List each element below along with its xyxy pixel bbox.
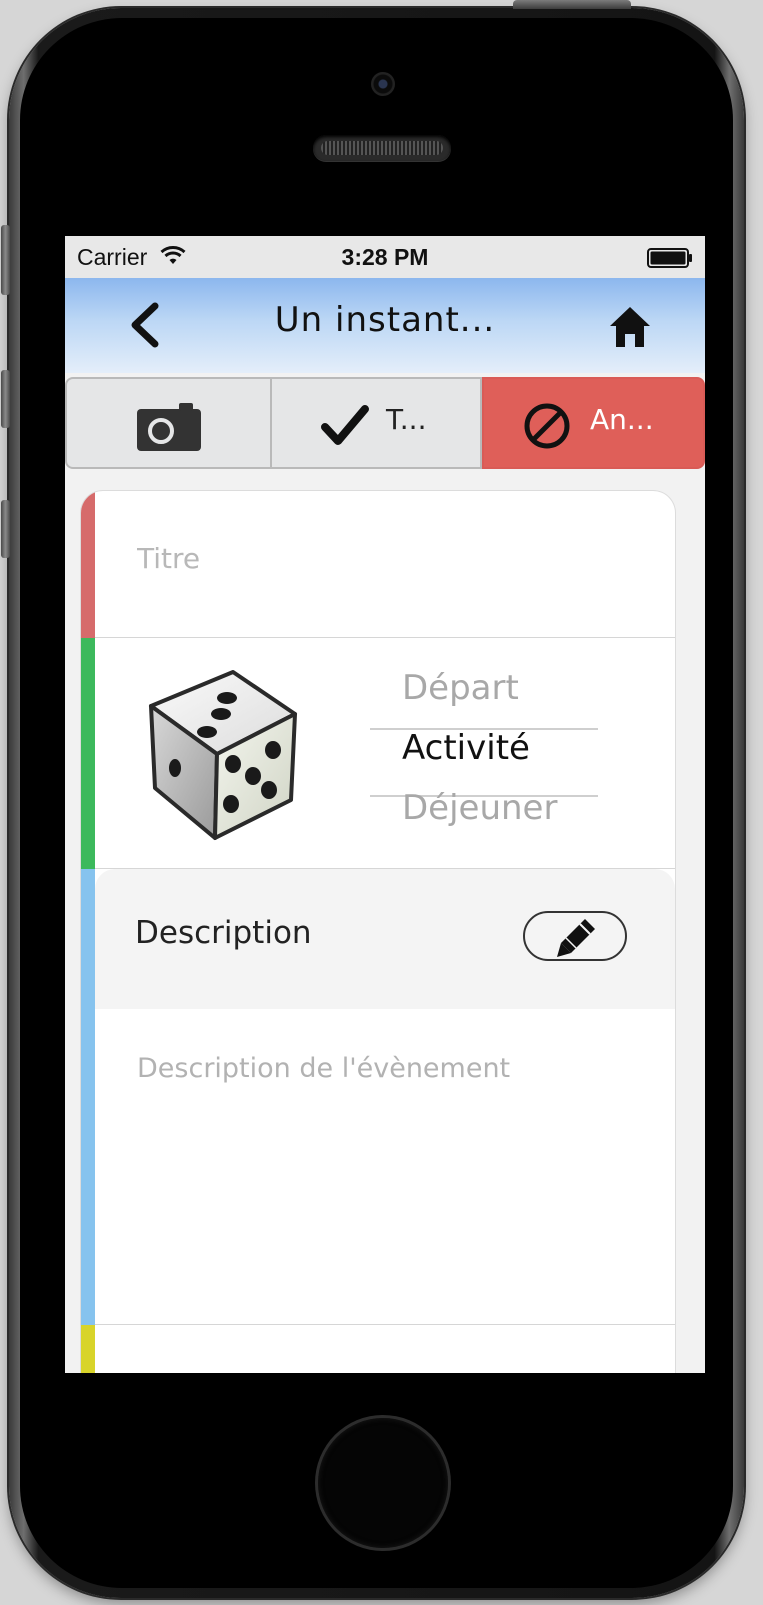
next-section-color-stripe: [81, 1325, 95, 1373]
navigation-bar: Un instant...: [65, 278, 705, 373]
cancel-button[interactable]: An...: [482, 377, 705, 469]
earpiece-speaker: [313, 135, 451, 161]
action-toolbar: T... An...: [65, 373, 705, 473]
category-picker[interactable]: Départ Activité Déjeuner: [370, 658, 600, 848]
power-button: [513, 0, 631, 9]
cancel-label: An...: [590, 403, 654, 436]
picker-option-depart[interactable]: Départ: [370, 668, 600, 726]
home-hardware-button[interactable]: [318, 1418, 448, 1548]
done-button[interactable]: T...: [272, 377, 482, 469]
clock: 3:28 PM: [341, 244, 429, 270]
description-input[interactable]: [135, 1051, 659, 1315]
section-divider: [95, 1324, 675, 1325]
description-color-stripe: [81, 869, 95, 1325]
description-header: Description: [95, 869, 675, 1009]
category-picker-row: Départ Activité Déjeuner: [95, 638, 675, 869]
edit-description-button[interactable]: [523, 911, 627, 961]
pencil-icon: [557, 919, 595, 957]
volume-up-button: [1, 370, 10, 428]
title-field: [95, 491, 675, 638]
app-screen: Carrier 3:28 PM Un instant... T... An...…: [65, 236, 705, 1373]
volume-down-button: [1, 500, 10, 558]
camera-icon: [137, 403, 201, 451]
mute-switch: [1, 225, 10, 295]
front-camera: [371, 72, 395, 96]
title-color-stripe: [81, 491, 95, 638]
picker-option-dejeuner[interactable]: Déjeuner: [370, 788, 600, 846]
ban-icon: [524, 403, 570, 449]
category-color-stripe: [81, 638, 95, 869]
done-label: T...: [386, 403, 427, 436]
picker-option-activite[interactable]: Activité: [370, 728, 600, 786]
photo-button[interactable]: [65, 377, 272, 469]
event-form-card: Départ Activité Déjeuner Description: [81, 491, 675, 1373]
home-icon[interactable]: [607, 304, 653, 350]
check-icon: [321, 405, 369, 445]
status-bar: Carrier 3:28 PM: [65, 236, 705, 278]
title-input[interactable]: [135, 535, 619, 581]
dice-icon: [149, 670, 297, 840]
description-label: Description: [135, 915, 312, 951]
battery-icon: [647, 248, 692, 268]
